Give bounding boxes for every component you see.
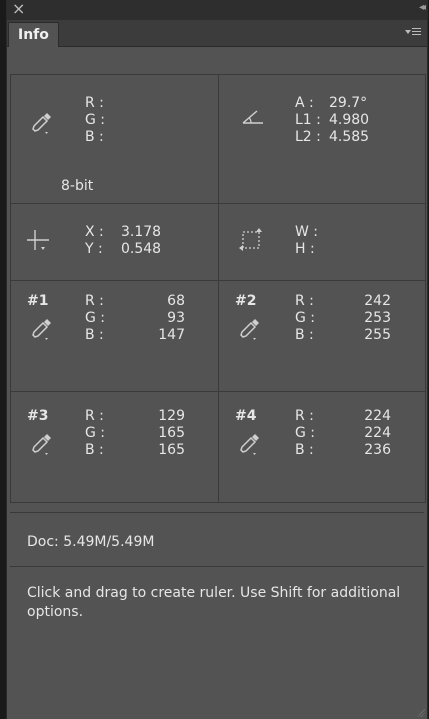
x-value: 3.178 (121, 224, 162, 240)
panel-tab-bar: Info (7, 20, 427, 47)
tab-info[interactable]: Info (8, 22, 59, 47)
green-value: 253 (364, 310, 391, 326)
sampler-number: #1 (27, 293, 49, 309)
selection-size-icon (239, 228, 262, 251)
angle-label: A : (295, 95, 314, 111)
height-label: H : (295, 241, 315, 257)
position-readout-box: X : 3.178 Y : 0.548 (10, 203, 219, 281)
panel-menu-icon[interactable] (405, 26, 421, 38)
sampler-number: #2 (235, 293, 257, 309)
blue-label: B : (85, 442, 104, 458)
green-value: 93 (167, 310, 185, 326)
l2-value: 4.585 (329, 129, 370, 145)
blue-label: B : (85, 327, 104, 343)
blue-value: 165 (158, 442, 185, 458)
sampler-box: #3 R : 129 G : 165 B : 165 (10, 391, 219, 503)
green-value: 165 (158, 425, 185, 441)
red-label: R : (295, 408, 314, 424)
sampler-box: #1 R : 68 G : 93 B : 147 (10, 280, 219, 392)
red-value: 129 (158, 408, 185, 424)
blue-value: 236 (364, 442, 391, 458)
l2-label: L2 : (295, 129, 321, 145)
red-value: 224 (364, 408, 391, 424)
divider (10, 512, 424, 513)
ruler-readout-box: A : 29.7° L1 : 4.980 L2 : 4.585 (218, 74, 426, 204)
crosshair-icon (27, 230, 49, 250)
green-value: 224 (364, 425, 391, 441)
width-label: W : (295, 224, 319, 240)
red-label: R : (295, 293, 314, 309)
l1-label: L1 : (295, 112, 321, 128)
red-label: R : (85, 408, 104, 424)
eyedropper-icon[interactable] (235, 432, 261, 458)
blue-value: 147 (158, 327, 185, 343)
green-label: G : (295, 425, 316, 441)
collapse-icon[interactable]: ◂◂ (419, 2, 426, 13)
red-label: R : (85, 95, 104, 111)
blue-label: B : (295, 327, 314, 343)
angle-value: 29.7° (329, 95, 368, 111)
bit-depth: 8-bit (61, 178, 94, 194)
blue-value: 255 (364, 327, 391, 343)
sampler-box: #2 R : 242 G : 253 B : 255 (218, 280, 426, 392)
angle-icon (242, 110, 263, 124)
y-label: Y : (85, 241, 103, 257)
sampler-number: #3 (27, 408, 49, 424)
green-label: G : (295, 310, 316, 326)
size-readout-box: W : H : (218, 203, 426, 281)
panel-title-bar: × ◂◂ (7, 0, 427, 20)
sampler-box: #4 R : 224 G : 224 B : 236 (218, 391, 426, 503)
doc-size: Doc: 5.49M/5.49M (27, 534, 155, 550)
tool-hint: Click and drag to create ruler. Use Shif… (27, 585, 401, 620)
green-label: G : (85, 425, 106, 441)
green-label: G : (85, 112, 106, 128)
eyedropper-icon[interactable] (27, 432, 53, 458)
l1-value: 4.980 (329, 112, 370, 128)
sampler-number: #4 (235, 408, 257, 424)
eyedropper-icon[interactable] (27, 317, 53, 343)
x-label: X : (85, 224, 104, 240)
eyedropper-icon[interactable] (235, 317, 261, 343)
red-value: 242 (364, 293, 391, 309)
color-readout-box: R : G : B : 8-bit (10, 74, 219, 204)
blue-label: B : (85, 129, 104, 145)
red-label: R : (85, 293, 104, 309)
divider (10, 566, 424, 567)
resize-grip-icon[interactable] (417, 709, 425, 717)
info-panel: × ◂◂ Info R : G : B : 8-bit A : 29.7° L1… (6, 0, 428, 719)
eyedropper-icon[interactable] (27, 111, 53, 137)
red-value: 68 (167, 293, 185, 309)
green-label: G : (85, 310, 106, 326)
blue-label: B : (295, 442, 314, 458)
close-icon[interactable]: × (12, 0, 25, 18)
y-value: 0.548 (121, 241, 162, 257)
